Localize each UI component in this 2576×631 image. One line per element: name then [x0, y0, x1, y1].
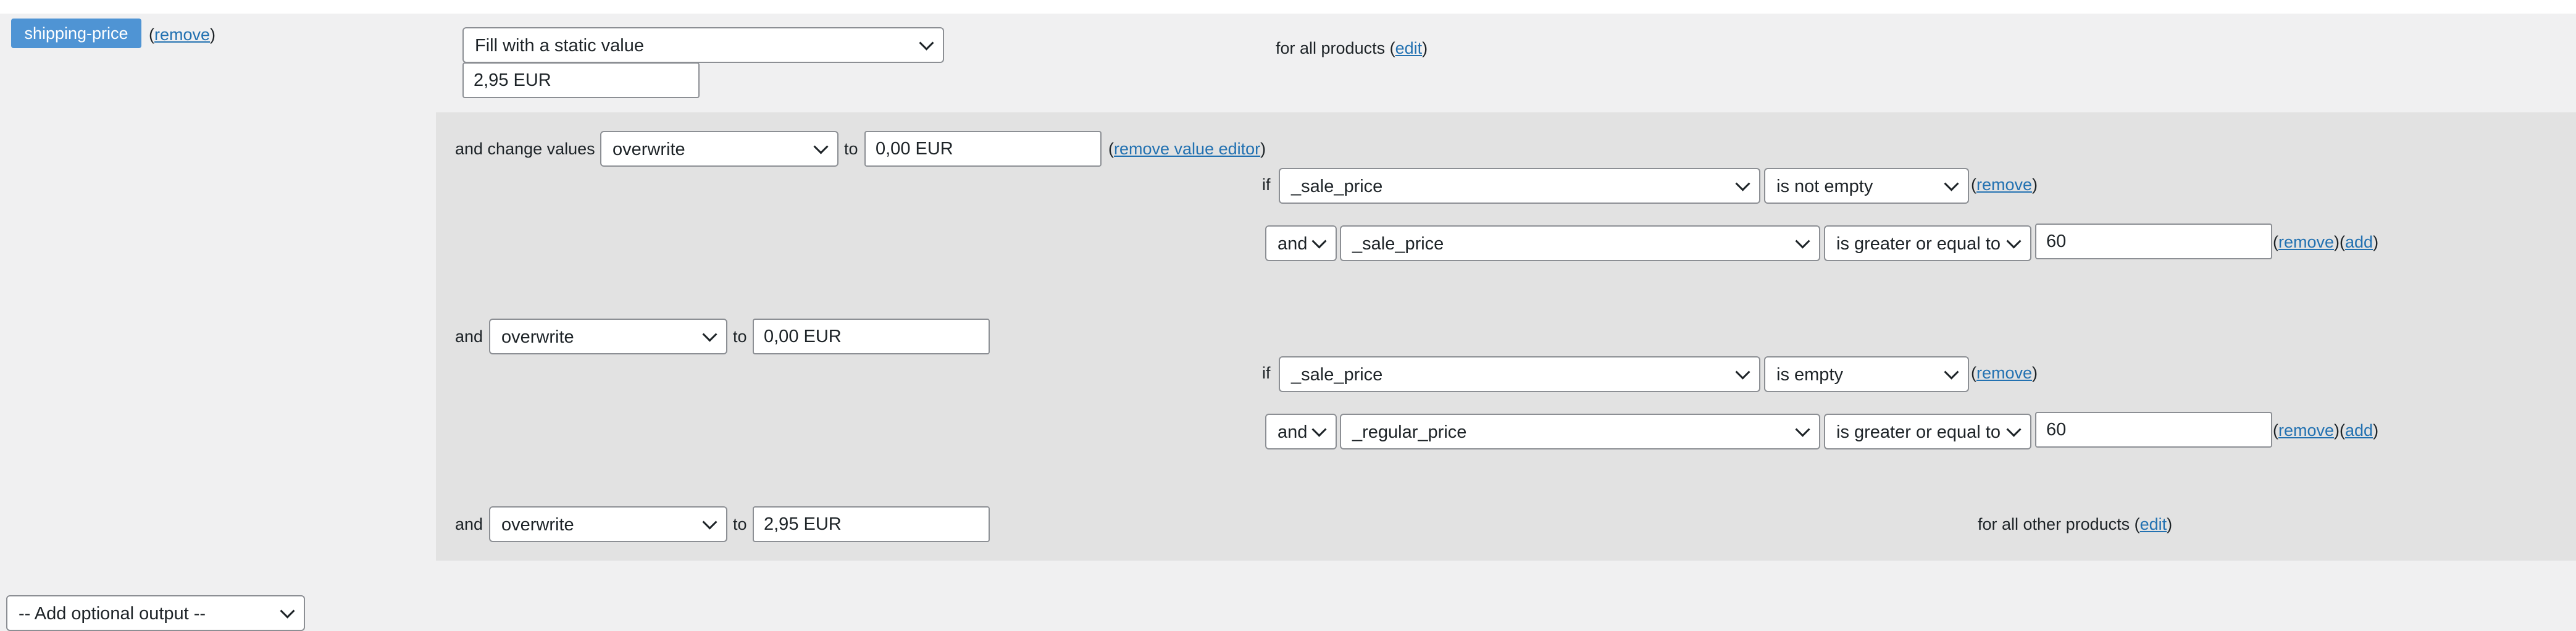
chevron-down-icon	[2006, 233, 2022, 249]
rule-1-cond-2-field-select[interactable]: _sale_price	[1340, 225, 1820, 261]
rule-2-cond-1-field-value: _sale_price	[1291, 365, 1383, 385]
chevron-down-icon	[280, 603, 295, 619]
output-tag: shipping-price	[11, 19, 141, 48]
rule-2-cond-2-remove-link[interactable]: remove	[2278, 421, 2334, 440]
rule-2-cond-1-operator-select[interactable]: is empty	[1764, 356, 1969, 392]
rule-2-cond-2-logic-select[interactable]: and	[1265, 414, 1337, 449]
chevron-down-icon	[813, 139, 829, 154]
rule-1-cond-2-logic-select[interactable]: and	[1265, 225, 1337, 261]
rule-2-cond-1-lead: if	[1262, 364, 1271, 382]
rule-1-cond-1-remove-link[interactable]: remove	[1976, 175, 2032, 194]
add-optional-output-select[interactable]: -- Add optional output --	[6, 595, 305, 631]
rule-1-cond-2-operator-value: is greater or equal to	[1836, 234, 2001, 254]
rule-2-cond-2-actions[interactable]: (remove)(add)	[2273, 418, 2378, 443]
rule-2-cond-2-logic-value: and	[1278, 422, 1308, 442]
rule-1-cond-1-field-select[interactable]: _sale_price	[1279, 168, 1760, 204]
rule-1-cond-2-actions[interactable]: (remove)(add)	[2273, 230, 2378, 254]
for-all-other-products-label: for all other products	[1978, 515, 2130, 533]
rule-1-cond-1-operator-value: is not empty	[1776, 177, 1873, 196]
rule-2-action-select[interactable]: overwrite	[489, 319, 727, 354]
rule-2-cond-1-remove-link[interactable]: remove	[1976, 364, 2032, 382]
for-all-products-label: for all products	[1276, 39, 1386, 57]
rule-3-to-label: to	[733, 515, 747, 533]
rule-1-to-label: to	[844, 140, 858, 158]
remove-value-editor-link[interactable]: remove value editor	[1114, 140, 1260, 158]
fill-method-select[interactable]: Fill with a static value	[462, 27, 944, 63]
rule-2-cond-2-field-value: _regular_price	[1352, 422, 1467, 442]
rule-1-cond-2-field-value: _sale_price	[1352, 234, 1444, 254]
rule-2-action-value: overwrite	[501, 327, 574, 347]
output-remove-link[interactable]: remove	[154, 25, 210, 44]
rule-2-cond-2-value-input[interactable]: 60	[2035, 412, 2272, 448]
rule-2-cond-2-operator-value: is greater or equal to	[1836, 422, 2001, 442]
rule-1-cond-2-add-link[interactable]: add	[2345, 233, 2373, 251]
rule-1-action-value: overwrite	[613, 140, 685, 159]
chevron-down-icon	[1944, 176, 1959, 191]
rule-1-value-input[interactable]: 0,00 EUR	[864, 131, 1102, 167]
static-value-input[interactable]: 2,95 EUR	[462, 62, 700, 98]
rule-1-cond-1-lead: if	[1262, 175, 1271, 194]
rule-2-cond-2-operator-select[interactable]: is greater or equal to	[1824, 414, 2031, 449]
rule-1-cond-1-field-value: _sale_price	[1291, 177, 1383, 196]
rule-3-prefix: and	[455, 515, 483, 533]
rule-1-remove-value-editor[interactable]: (remove value editor)	[1108, 136, 1266, 161]
chevron-down-icon	[919, 35, 934, 51]
for-all-other-products-text: for all other products (edit)	[1978, 515, 2173, 533]
top-strip	[0, 0, 2576, 14]
chevron-down-icon	[1735, 176, 1750, 191]
for-all-products-edit-link[interactable]: edit	[1395, 39, 1423, 57]
chevron-down-icon	[1311, 233, 1327, 249]
rule-2-cond-2-add-link[interactable]: add	[2345, 421, 2373, 440]
output-remove[interactable]: (remove)	[149, 22, 215, 47]
rule-2-cond-2-field-select[interactable]: _regular_price	[1340, 414, 1820, 449]
chevron-down-icon	[2006, 422, 2022, 437]
chevron-down-icon	[1735, 364, 1750, 380]
rule-1-cond-1-operator-select[interactable]: is not empty	[1764, 168, 1969, 204]
rule-1-action-select[interactable]: overwrite	[600, 131, 838, 167]
add-optional-output-value: -- Add optional output --	[19, 604, 206, 624]
rule-2-cond-1-field-select[interactable]: _sale_price	[1279, 356, 1760, 392]
rule-1-cond-2-operator-select[interactable]: is greater or equal to	[1824, 225, 2031, 261]
rule-2-cond-1-operator-value: is empty	[1776, 365, 1843, 385]
fill-method-select-value: Fill with a static value	[475, 36, 644, 56]
rule-3-action-select[interactable]: overwrite	[489, 506, 727, 542]
rule-1-cond-2-logic-value: and	[1278, 234, 1308, 254]
rule-1-cond-1-remove[interactable]: (remove)	[1971, 172, 2038, 197]
chevron-down-icon	[702, 514, 717, 530]
for-all-other-products-edit-link[interactable]: edit	[2140, 515, 2167, 533]
chevron-down-icon	[1944, 364, 1959, 380]
rule-1-cond-2-remove-link[interactable]: remove	[2278, 233, 2334, 251]
rule-1-prefix: and change values	[455, 140, 595, 158]
chevron-down-icon	[1311, 422, 1327, 437]
rule-1-cond-2-value-input[interactable]: 60	[2035, 224, 2272, 259]
rule-2-value-input[interactable]: 0,00 EUR	[753, 319, 990, 354]
rule-3-action-value: overwrite	[501, 515, 574, 535]
rule-2-cond-1-remove[interactable]: (remove)	[1971, 361, 2038, 385]
rule-2-to-label: to	[733, 327, 747, 346]
chevron-down-icon	[702, 327, 717, 342]
rule-3-value-input[interactable]: 2,95 EUR	[753, 506, 990, 542]
chevron-down-icon	[1795, 422, 1810, 437]
for-all-products-text: for all products (edit)	[1276, 39, 1428, 57]
rule-2-prefix: and	[455, 327, 483, 346]
chevron-down-icon	[1795, 233, 1810, 249]
